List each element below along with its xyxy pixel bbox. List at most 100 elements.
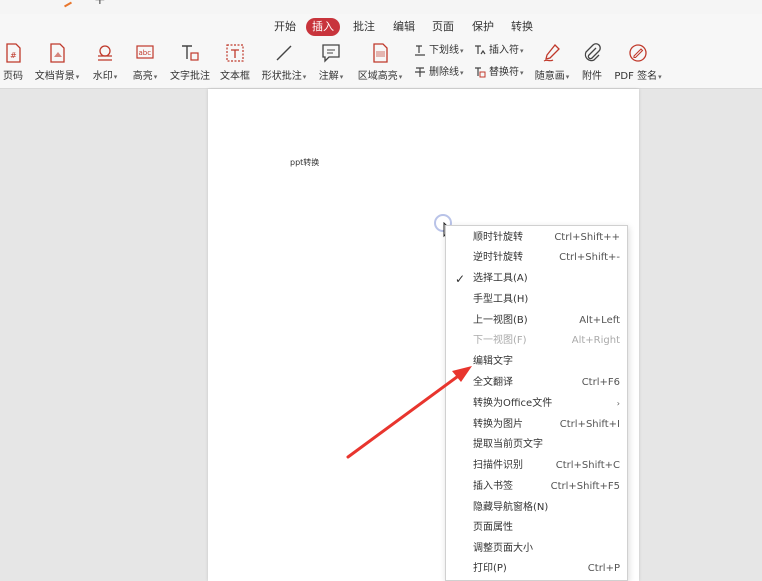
menu-item-translate[interactable]: 全文翻译 Ctrl+F6 [446,373,627,393]
ribbon-tabs: 开始 插入 批注 编辑 页面 保护 转换 [0,18,762,38]
shape-annotation-button[interactable]: 形状批注▾ [259,42,309,82]
menu-item-label: 下一视图(F) [473,335,527,346]
menu-item-print[interactable]: 打印(P) Ctrl+P [446,559,627,579]
watermark-label: 水印 [92,71,113,82]
pdf-signature-icon [629,44,647,62]
insert-caret-label: 插入符 [489,45,519,56]
note-label: 注解 [318,71,339,82]
tab-indicator-icon [60,0,72,8]
menu-item-label: 转换为Office文件 [473,398,553,409]
menu-item-select-tool[interactable]: ✓ 选择工具(A) [446,269,627,289]
menu-item-shortcut: Ctrl+Shift+F5 [550,481,620,492]
menu-item-convert-to-image[interactable]: 转换为图片 Ctrl+Shift+I [446,415,627,435]
menu-item-resize-page[interactable]: 调整页面大小 [446,539,627,559]
text-box-label: 文本框 [220,71,250,82]
menu-item-shortcut: Ctrl+Shift+I [559,419,620,430]
ribbon: 开始 插入 批注 编辑 页面 保护 转换 # 页码 文档背景▾ 水印▾ abc … [0,14,762,89]
note-button[interactable]: 注解▾ [316,42,346,82]
svg-text:#: # [10,51,17,60]
menu-item-hide-nav-pane[interactable]: 隐藏导航窗格(N) [446,498,627,518]
menu-item-previous-view[interactable]: 上一视图(B) Alt+Left [446,311,627,331]
menu-item-rotate-counterclockwise[interactable]: 逆时针旋转 Ctrl+Shift+- [446,248,627,268]
pdf-signature-button[interactable]: PDF 签名▾ [613,42,663,82]
replace-mark-icon [475,67,486,78]
page-number-label: 页码 [3,71,23,82]
area-highlight-label: 区域高亮 [357,71,398,82]
chevron-down-icon: ▾ [153,73,158,81]
menu-item-shortcut: Ctrl+Shift++ [554,232,620,243]
highlight-label: 高亮 [132,71,153,82]
menu-item-label: 转换为图片 [473,419,523,430]
menu-item-label: 顺时针旋转 [473,232,523,243]
menu-item-insert-bookmark[interactable]: 插入书签 Ctrl+Shift+F5 [446,477,627,497]
menu-item-shortcut: Ctrl+F6 [581,377,620,388]
menu-item-label: 全文翻译 [473,377,513,388]
highlight-icon: abc [136,45,154,59]
text-annotation-icon [182,45,199,61]
menu-item-ocr-scan[interactable]: 扫描件识别 Ctrl+Shift+C [446,456,627,476]
menu-item-rotate-clockwise[interactable]: 顺时针旋转 Ctrl+Shift++ [446,228,627,248]
text-annotation-button[interactable]: 文字批注 [168,42,212,82]
menu-item-label: 页面属性 [473,522,513,533]
text-annotation-label: 文字批注 [170,71,210,82]
freehand-pen-button[interactable]: 随意画▾ [533,42,571,82]
tab-edit[interactable]: 编辑 [387,18,421,36]
title-strip: + [0,0,762,14]
chevron-down-icon: ▾ [658,73,662,81]
menu-item-edit-text[interactable]: 编辑文字 [446,352,627,372]
menu-item-label: 逆时针旋转 [473,252,523,263]
replace-mark-button[interactable]: 替换符▾ [474,65,524,81]
menu-item-extract-page-text[interactable]: 提取当前页文字 [446,435,627,455]
strikethrough-icon [415,67,425,77]
chevron-down-icon: ▾ [460,47,464,55]
menu-item-shortcut: Ctrl+Shift+C [555,460,620,471]
area-highlight-button[interactable]: 区域高亮▾ [356,42,404,82]
menu-item-label: 扫描件识别 [473,460,523,471]
page-text: ppt转换 [290,158,320,167]
document-background-label: 文档背景 [34,71,75,82]
menu-item-shortcut: Alt+Right [571,335,620,346]
shape-annotation-label: 形状批注 [261,71,302,82]
attachment-button[interactable]: 附件 [579,42,605,82]
menu-item-label: 选择工具(A) [473,273,528,284]
tab-page[interactable]: 页面 [426,18,460,36]
tab-insert[interactable]: 插入 [306,18,340,36]
underline-icon [415,45,425,56]
ribbon-tools: # 页码 文档背景▾ 水印▾ abc 高亮▾ 文字批注 文本框 形状批注▾ 注解… [0,42,762,86]
menu-item-label: 编辑文字 [473,356,513,367]
underline-label: 下划线 [429,45,459,56]
watermark-button[interactable]: 水印▾ [90,42,120,82]
tab-comment[interactable]: 批注 [347,18,381,36]
replace-mark-label: 替换符 [489,67,519,78]
tab-convert[interactable]: 转换 [505,18,539,36]
chevron-down-icon: ▾ [520,47,524,55]
menu-item-hand-tool[interactable]: 手型工具(H) [446,290,627,310]
menu-item-shortcut: Ctrl+P [587,563,620,574]
underline-button[interactable]: 下划线▾ [414,43,464,59]
menu-item-shortcut: Ctrl+Shift+- [559,252,620,263]
strikethrough-label: 删除线 [429,67,459,78]
menu-item-convert-to-office[interactable]: 转换为Office文件 › [446,394,627,414]
tab-protect[interactable]: 保护 [466,18,500,36]
attachment-label: 附件 [582,71,602,82]
menu-item-label: 手型工具(H) [473,294,529,305]
strikethrough-button[interactable]: 删除线▾ [414,65,464,81]
highlight-button[interactable]: abc 高亮▾ [130,42,160,82]
text-box-button[interactable]: 文本框 [219,42,251,82]
page-number-button[interactable]: # 页码 [0,42,26,82]
insert-caret-button[interactable]: 插入符▾ [474,43,524,59]
chevron-down-icon: ▾ [339,73,344,81]
document-background-button[interactable]: 文档背景▾ [33,42,81,82]
new-tab-icon[interactable]: + [94,0,106,8]
chevron-down-icon: ▾ [460,69,464,77]
menu-item-label: 提取当前页文字 [473,439,543,450]
tab-start[interactable]: 开始 [268,18,302,36]
freehand-pen-label: 随意画 [534,71,565,82]
shape-annotation-icon [276,45,292,61]
menu-item-label: 上一视图(B) [473,315,528,326]
insert-caret-icon [475,45,486,55]
menu-item-page-properties[interactable]: 页面属性 [446,518,627,538]
svg-text:abc: abc [139,49,152,57]
paperclip-icon [584,43,601,62]
menu-item-next-view: 下一视图(F) Alt+Right [446,331,627,351]
